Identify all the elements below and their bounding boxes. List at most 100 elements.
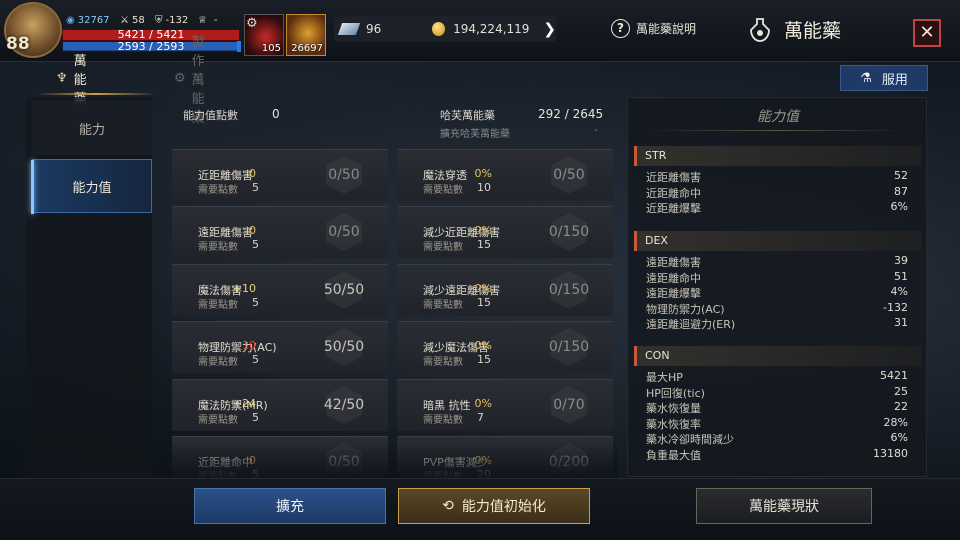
quick-slot-count: 26697 [291,43,323,54]
quick-slot-count: 105 [261,43,281,54]
stat-row: 遠距離爆擊 4% [634,285,922,301]
tab-elixir[interactable]: ♆ 萬能藥 [56,54,87,107]
stat-progress: 0/50 [537,160,601,190]
chevron-right-icon[interactable]: ❯ [543,20,556,38]
elixir-status-button[interactable]: 萬能藥現狀 [696,488,872,524]
stat-progress-value: 0/70 [553,397,585,413]
points-value: 0 [272,107,280,121]
stat-row: 負重最大值 13180 [634,447,922,463]
reset-stats-button[interactable]: ⟲ 能力值初始化 [398,488,590,524]
need-points-label: 需要點數 [423,300,463,311]
stat-label: 近距離爆擊 [646,202,701,215]
stat-value: 25 [894,384,908,398]
stat-section-str: STR 近距離傷害 52 近距離命中 87 近距離爆擊 6% [634,146,922,216]
stat-row: 藥水恢復量 22 [634,400,922,416]
need-points-value: 10 [477,181,491,194]
top-status-bar: 88 ◉ 32767 ⚔ 58 ⛨ -132 ♕ - 5421 / 5421 2… [0,0,960,62]
stat-progress: 0/50 [312,217,376,247]
stat-progress: 50/50 [312,332,376,362]
stat-value: 39 [894,254,908,267]
stat-row: 最大HP 5421 [634,369,922,385]
stat-bonus: 0% [474,224,492,237]
elixir-emblem-icon [750,17,770,42]
stat-card[interactable]: 魔法傷害 需要點數 5 +10 50/50 [172,264,388,316]
expand-button[interactable]: 擴充 [194,488,386,524]
need-points-label: 需要點數 [423,415,463,426]
stat-value: 28% [883,415,908,429]
stat-row: 近距離爆擊 6% [634,200,922,216]
need-points-value: 5 [252,296,259,309]
need-points-value: 5 [252,353,259,366]
need-points-label: 需要點數 [198,415,238,426]
need-points-label: 需要點數 [423,185,463,196]
elixir-label: 哈芙萬能藥 [440,109,495,122]
stat-card[interactable]: 魔法防禦(MR) 需要點數 5 +24 42/50 [172,379,388,431]
elixir-expand-value: - [594,125,598,136]
stat-progress: 0/70 [537,390,601,420]
stat-bonus: 0% [474,167,492,180]
question-icon: ? [611,19,630,38]
stat-value: 6% [890,431,908,444]
stat-row: 藥水恢復率 28% [634,416,922,432]
stat-value: 13180 [873,446,908,460]
elixir-tab-icon: ♆ [56,70,68,86]
stat-section-dex: DEX 遠距離傷害 39 遠距離命中 51 遠距離爆擊 4% 物理防禦力(AC) -132 遠距離… [634,231,922,332]
stat-value: 22 [894,400,908,413]
stat-progress-value: 0/50 [328,224,360,240]
panel-title-divider [648,130,908,131]
stat-card[interactable]: 物理防禦力(AC) 需要點數 5 -10 50/50 [172,321,388,373]
stat-value: 51 [894,269,908,283]
stat-bonus: +10 [232,282,256,295]
gem-currency: 96 [334,16,426,42]
stat-progress-value: 0/50 [328,167,360,183]
sword-icon: ⚔ [120,15,129,26]
helmet-icon: ⛨ [155,15,163,26]
stat-progress-value: 0/150 [548,339,590,355]
need-points-value: 5 [252,238,259,251]
stat-progress-value: 0/150 [548,282,590,298]
need-points-value: 7 [477,411,484,424]
stat-progress-value: 42/50 [323,397,365,413]
stat-card[interactable]: 近距離傷害 需要點數 5 0 0/50 [172,149,388,201]
sidenav-ability-value[interactable]: 能力值 [31,159,152,214]
stat-progress: 50/50 [312,275,376,305]
stat-bonus: 0% [474,282,492,295]
use-button[interactable]: ⚗ 服用 [840,65,928,91]
stat-card[interactable]: 暗黑 抗性 需要點數 7 0% 0/70 [397,379,613,431]
stat-card[interactable]: 減少遠距離傷害 需要點數 15 0% 0/150 [397,264,613,316]
sidenav-ability[interactable]: 能力 [32,101,152,155]
stat-label: 近距離傷害 [646,171,701,184]
stat-progress: 0/150 [537,332,601,362]
defense-stat: ⛨ -132 [155,15,189,26]
stat-row: 遠距離命中 51 [634,270,922,286]
mp-bar: 2593 / 2593 [62,41,240,52]
gold-currency: 194,224,119 ❯ [424,16,556,42]
stat-bonus: -10 [238,339,256,352]
need-points-value: 15 [477,296,491,309]
stat-row: 藥水冷卻時間減少 6% [634,431,922,447]
tab-craft-elixir[interactable]: ⚙ 製作萬能藥 [174,35,205,126]
gold-coin-icon [432,22,446,36]
stat-label: 藥水冷卻時間減少 [646,433,734,446]
player-level: 88 [6,34,30,54]
stat-card[interactable]: 減少魔法傷害 需要點數 15 0% 0/150 [397,321,613,373]
need-points-label: 需要點數 [423,357,463,368]
stat-card[interactable]: 遠距離傷害 需要點數 5 0 0/50 [172,206,388,258]
stat-value: 4% [890,285,908,298]
stat-progress-value: 0/50 [553,167,585,183]
panel-title: 能力值 [757,109,799,125]
close-button[interactable]: ✕ [913,19,941,47]
stat-value: 6% [890,200,908,213]
stat-card[interactable]: 減少近距離傷害 需要點數 15 0% 0/150 [397,206,613,258]
stat-label: HP回復(tic) [646,386,705,400]
quick-slot-elixir[interactable]: 26697 [286,14,326,56]
stat-row: 物理防禦力(AC) -132 [634,301,922,317]
stat-bonus: 0 [249,224,256,237]
stat-progress: 42/50 [312,390,376,420]
gear-icon[interactable]: ⚙ [246,16,258,31]
close-icon: ✕ [919,22,935,43]
help-button[interactable]: ? 萬能藥說明 [611,19,696,38]
stat-label: 藥水恢復量 [646,402,701,415]
stat-card[interactable]: 魔法穿透 需要點數 10 0% 0/50 [397,149,613,201]
stat-section-con: CON 最大HP 5421 HP回復(tic) 25 藥水恢復量 22 藥水恢復率 28% 藥水冷… [634,346,922,462]
